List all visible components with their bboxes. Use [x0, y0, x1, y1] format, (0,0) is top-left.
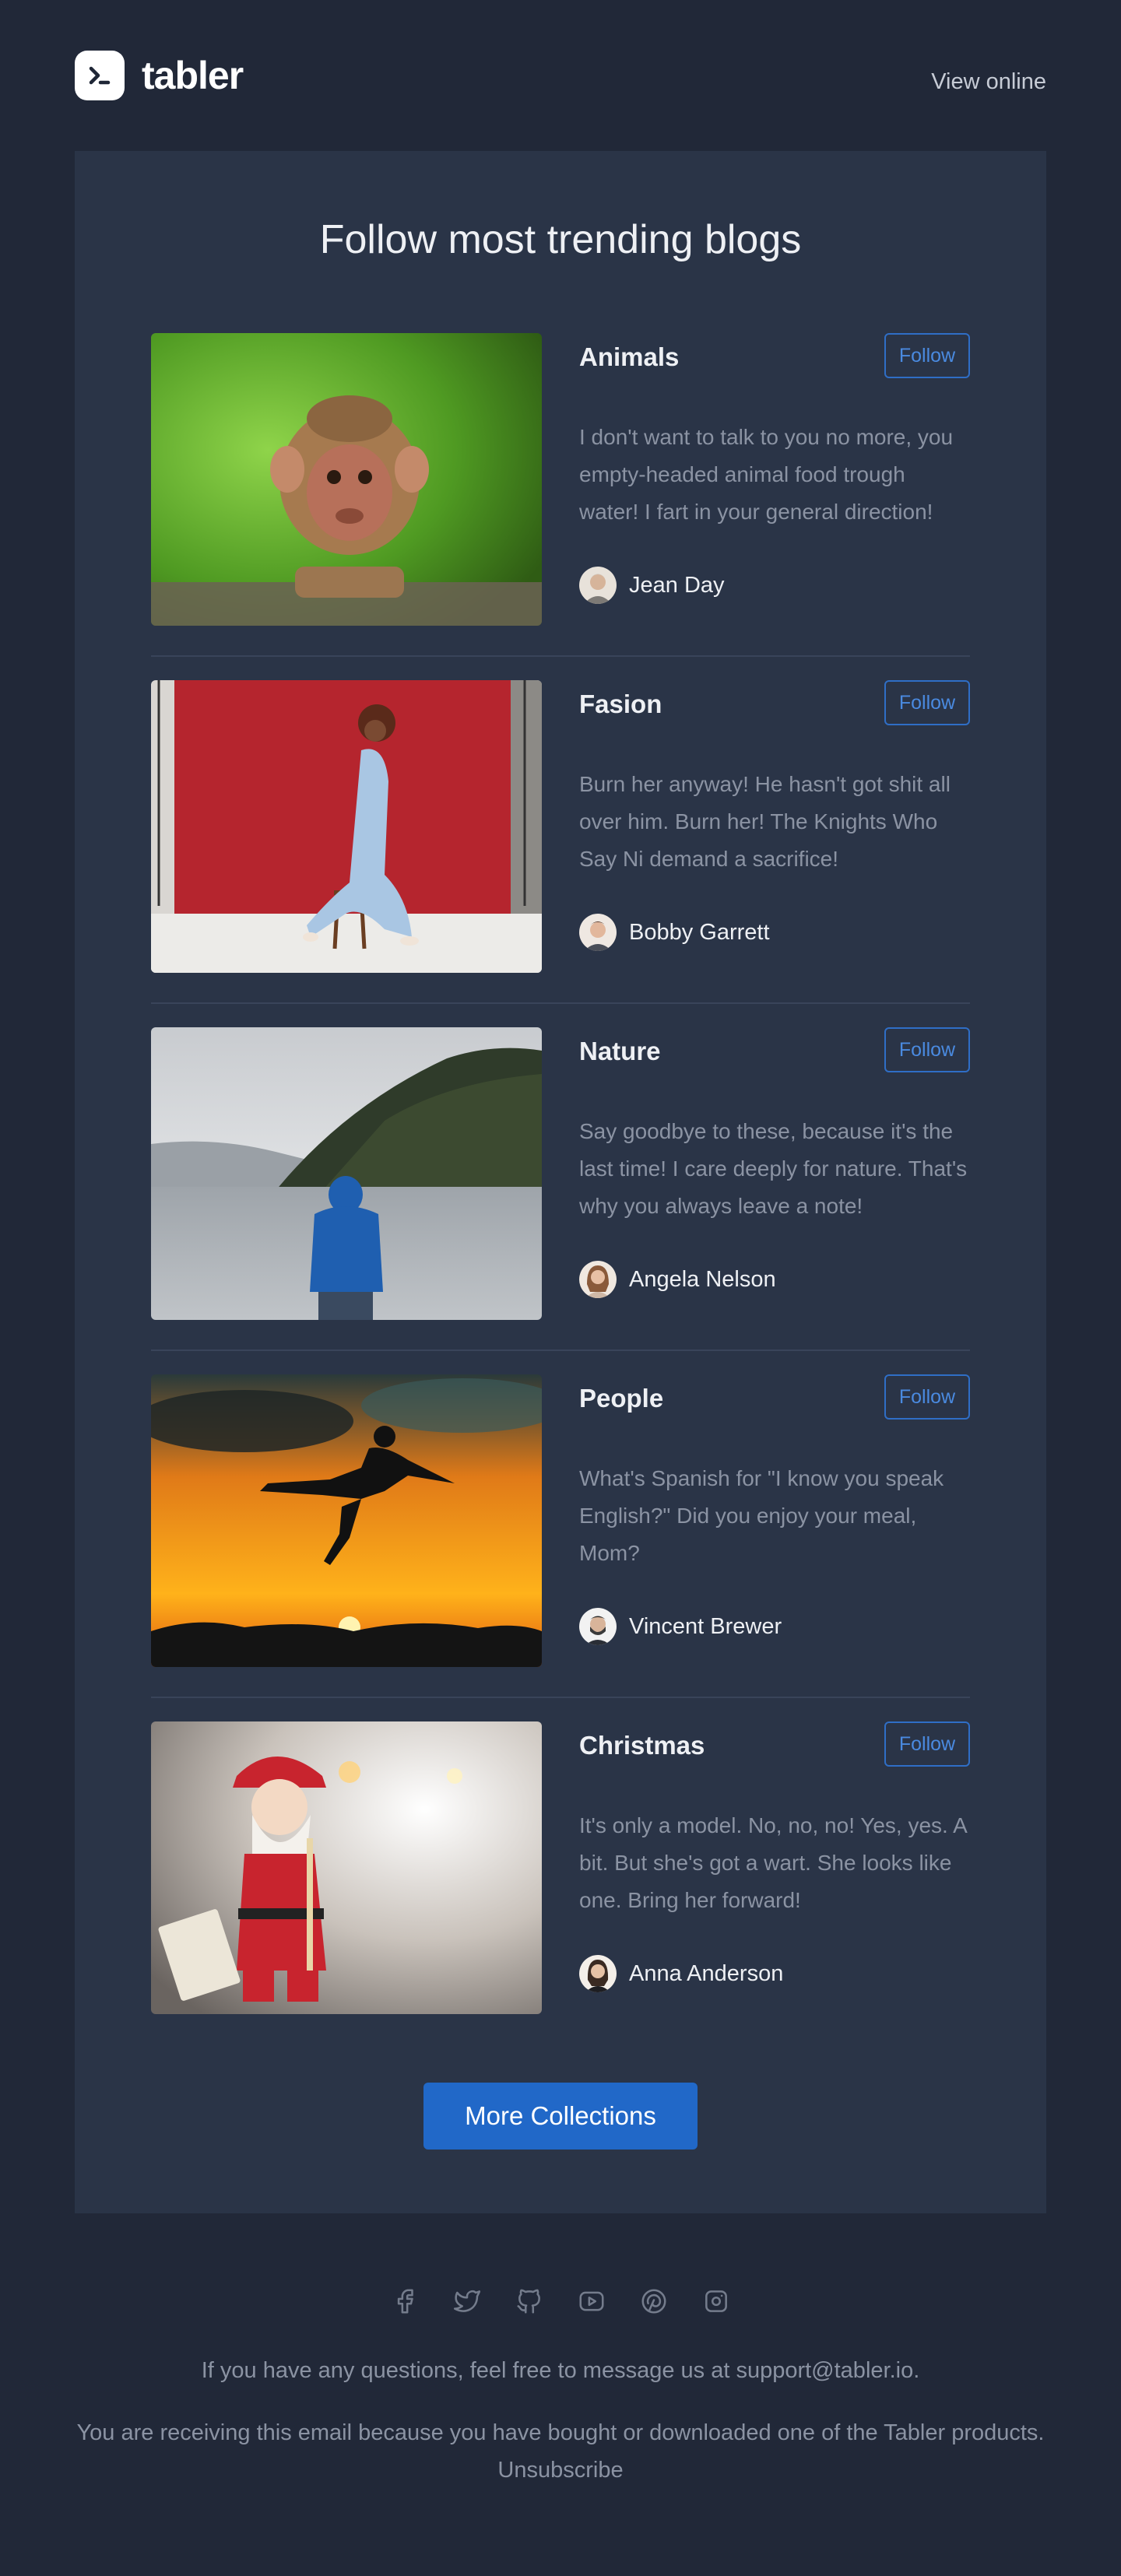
footer-unsubscribe-row: Unsubscribe: [0, 2451, 1121, 2489]
blog-title: People: [579, 1384, 664, 1413]
blog-image-fashion[interactable]: [151, 680, 542, 973]
email-header: tabler View online: [75, 50, 1046, 101]
avatar: [579, 914, 617, 951]
author-name: Vincent Brewer: [629, 1613, 782, 1639]
follow-button[interactable]: Follow: [884, 1027, 970, 1072]
avatar: [579, 1955, 617, 1992]
divider: [151, 655, 970, 657]
author[interactable]: Bobby Garrett: [579, 914, 770, 951]
facebook-icon[interactable]: [390, 2286, 420, 2316]
avatar: [579, 567, 617, 604]
avatar: [579, 1608, 617, 1645]
blog-title: Fasion: [579, 690, 662, 718]
brand-name: tabler: [142, 54, 244, 97]
blog-image-lake[interactable]: [151, 1027, 542, 1320]
author[interactable]: Angela Nelson: [579, 1261, 776, 1298]
instagram-icon[interactable]: [701, 2286, 731, 2316]
blog-description: It's only a model. No, no, no! Yes, yes.…: [579, 1813, 967, 1912]
blog-image-monkey[interactable]: [151, 333, 542, 626]
author-name: Bobby Garrett: [629, 919, 770, 945]
blog-image-santa[interactable]: [151, 1721, 542, 2014]
author-name: Anna Anderson: [629, 1960, 784, 1986]
social-links: [0, 2286, 1121, 2316]
twitter-icon[interactable]: [452, 2286, 482, 2316]
blog-description: Say goodbye to these, because it's the l…: [579, 1119, 968, 1218]
footer-questions: If you have any questions, feel free to …: [201, 2358, 920, 2383]
follow-button[interactable]: Follow: [884, 680, 970, 725]
author-name: Jean Day: [629, 572, 725, 598]
more-collections-button[interactable]: More Collections: [423, 2083, 698, 2150]
blog-item-nature: Nature Follow Say goodbye to these, beca…: [151, 1027, 970, 1320]
blog-item-christmas: Christmas Follow It's only a model. No, …: [151, 1721, 970, 2014]
blog-title: Nature: [579, 1037, 661, 1065]
divider: [151, 1349, 970, 1351]
youtube-icon[interactable]: [577, 2286, 606, 2316]
blog-item-people: People Follow What's Spanish for "I know…: [151, 1374, 970, 1667]
author[interactable]: Vincent Brewer: [579, 1608, 782, 1645]
follow-button[interactable]: Follow: [884, 1721, 970, 1767]
author-name: Angela Nelson: [629, 1266, 776, 1292]
author[interactable]: Jean Day: [579, 567, 725, 604]
blog-description: What's Spanish for "I know you speak Eng…: [579, 1466, 944, 1565]
author[interactable]: Anna Anderson: [579, 1955, 783, 1992]
blog-description: Burn her anyway! He hasn't got shit all …: [579, 772, 951, 871]
footer-receiving: You are receiving this email because you…: [76, 2420, 1045, 2445]
blog-item-animals: Animals Follow I don't want to talk to y…: [151, 333, 970, 626]
divider: [151, 1002, 970, 1004]
brand-logo[interactable]: tabler: [75, 51, 244, 100]
github-icon[interactable]: [515, 2286, 544, 2316]
blog-item-fasion: Fasion Follow Burn her anyway! He hasn't…: [151, 680, 970, 973]
blog-title: Animals: [579, 342, 680, 371]
blog-description: I don't want to talk to you no more, you…: [579, 425, 954, 524]
page-title: Follow most trending blogs: [319, 217, 802, 262]
divider: [151, 1697, 970, 1698]
unsubscribe-link[interactable]: Unsubscribe: [497, 2458, 623, 2483]
view-online-link[interactable]: View online: [931, 69, 1046, 95]
email-card: Follow most trending blogs Animals Follo…: [75, 151, 1046, 2213]
follow-button[interactable]: Follow: [884, 333, 970, 378]
follow-button[interactable]: Follow: [884, 1374, 970, 1420]
blog-image-sunset-jump[interactable]: [151, 1374, 542, 1667]
terminal-icon: [75, 51, 125, 100]
blog-title: Christmas: [579, 1731, 705, 1760]
pinterest-icon[interactable]: [639, 2286, 669, 2316]
avatar: [579, 1261, 617, 1298]
